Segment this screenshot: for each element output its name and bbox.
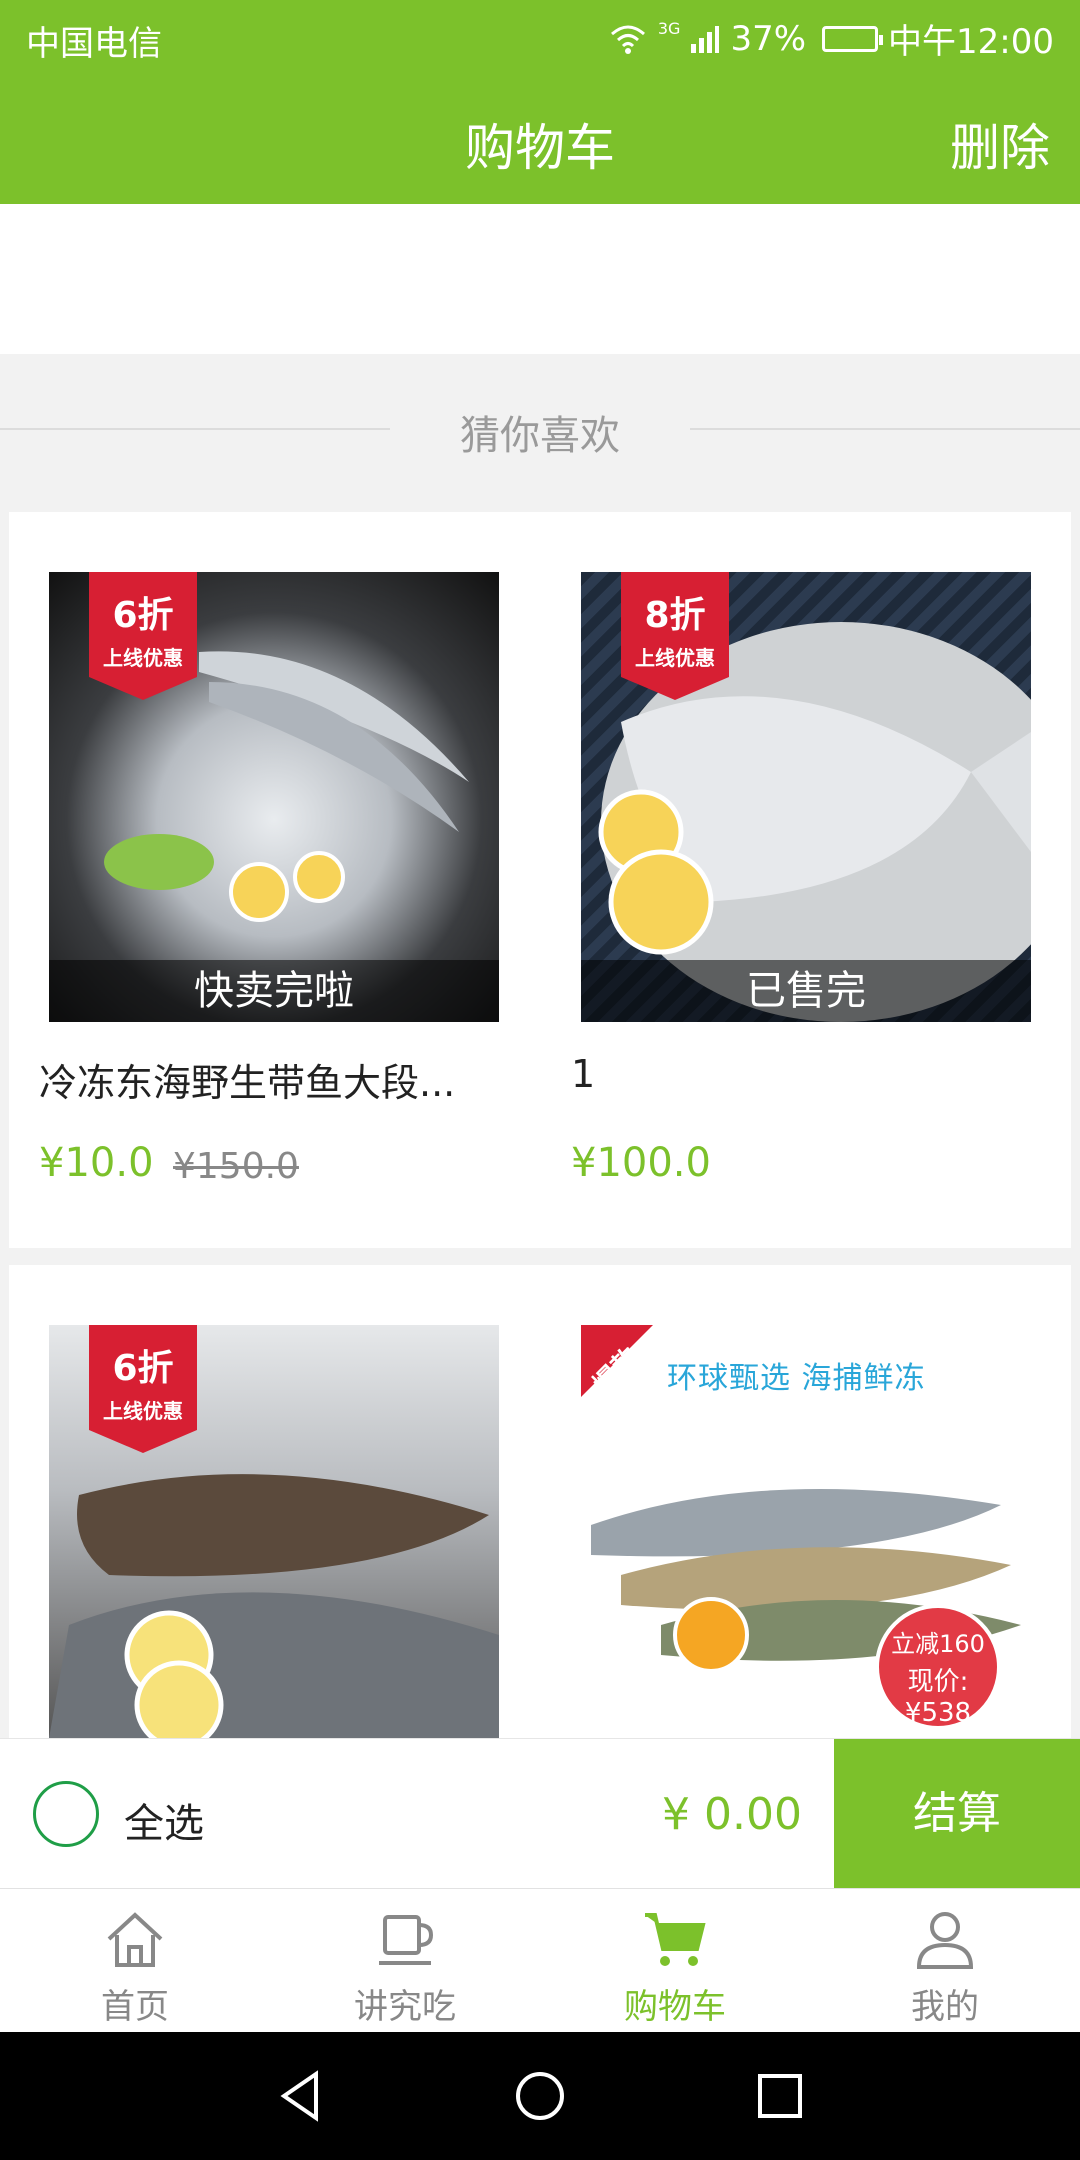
discount-rate: 6折 xyxy=(112,595,174,636)
signal-icon xyxy=(691,25,720,53)
original-price-text: 原价: ¥698 xyxy=(879,1728,997,1738)
discount-badge: 8折 上线优惠 xyxy=(621,572,729,700)
product-row: 6折 上线优惠 爆款 环球甄选 海捕鲜冻 立减160 现价: ¥538 原价: … xyxy=(9,1265,1071,1738)
product-name[interactable]: 1 xyxy=(571,1052,1041,1096)
select-all-label[interactable]: 全选 xyxy=(124,1791,204,1849)
product-name[interactable]: 冷冻东海野生带鱼大段... xyxy=(39,1052,509,1107)
cart-empty-area xyxy=(0,204,1080,354)
user-icon xyxy=(916,1912,974,1969)
product-image[interactable]: 爆款 环球甄选 海捕鲜冻 立减160 现价: ¥538 原价: ¥698 xyxy=(581,1325,1031,1738)
cup-icon xyxy=(379,1915,434,1965)
back-icon[interactable] xyxy=(272,2066,332,2126)
tab-label: 讲究吃 xyxy=(354,1987,456,2027)
tab-label: 我的 xyxy=(911,1987,979,2027)
battery-icon xyxy=(822,25,884,52)
status-bar: 中国电信 3G 37% 中午12:00 xyxy=(0,0,1080,72)
select-all-checkbox[interactable] xyxy=(33,1781,99,1847)
product-card[interactable]: 爆款 环球甄选 海捕鲜冻 立减160 现价: ¥538 原价: ¥698 xyxy=(581,1325,1031,1738)
recommend-title: 猜你喜欢 xyxy=(460,413,620,459)
page-title: 购物车 xyxy=(465,119,615,177)
discount-rate: 6折 xyxy=(112,1348,174,1389)
product-image[interactable]: 6折 上线优惠 快卖完啦 xyxy=(49,572,499,1022)
tab-cart[interactable]: 购物车 xyxy=(540,1889,810,2033)
total-price: ¥ 0.00 xyxy=(662,1789,802,1840)
home-icon xyxy=(107,1912,163,1967)
promo-text: 环球甄选 海捕鲜冻 xyxy=(667,1361,926,1396)
price-cut-badge: 立减160 现价: ¥538 原价: ¥698 xyxy=(875,1604,1001,1738)
product-image[interactable]: 8折 上线优惠 已售完 xyxy=(581,572,1031,1022)
discount-note: 上线优惠 xyxy=(103,646,183,670)
checkout-button[interactable]: 结算 xyxy=(834,1739,1080,1889)
tab-label: 首页 xyxy=(101,1987,169,2027)
tab-eat[interactable]: 讲究吃 xyxy=(270,1889,540,2033)
carrier-label: 中国电信 xyxy=(26,24,162,64)
current-price-text: 现价: ¥538 xyxy=(904,1667,972,1728)
discount-badge: 6折 上线优惠 xyxy=(89,1325,197,1453)
product-card[interactable]: 6折 上线优惠 xyxy=(49,1325,499,1738)
stock-overlay: 快卖完啦 xyxy=(49,960,499,1022)
stock-overlay: 已售完 xyxy=(581,960,1031,1022)
price-cut-text: 立减160 xyxy=(891,1630,985,1658)
clock: 中午12:00 xyxy=(888,22,1054,62)
discount-note: 上线优惠 xyxy=(103,1399,183,1423)
network-type: 3G xyxy=(657,19,681,38)
system-navigation-bar xyxy=(0,2032,1080,2160)
product-original-price: ¥150.0 xyxy=(173,1146,299,1187)
discount-note: 上线优惠 xyxy=(635,646,715,670)
delete-button[interactable]: 删除 xyxy=(950,108,1050,180)
recommend-heading: 猜你喜欢 xyxy=(0,395,1080,465)
product-image[interactable]: 6折 上线优惠 xyxy=(49,1325,499,1738)
wifi-icon xyxy=(610,25,645,54)
checkout-bar: 全选 ¥ 0.00 结算 xyxy=(0,1738,1080,1889)
discount-rate: 8折 xyxy=(644,595,706,636)
tab-profile[interactable]: 我的 xyxy=(810,1889,1080,2033)
product-price: ¥100.0 xyxy=(571,1140,711,1186)
bottom-tab-bar: 首页 讲究吃 购物车 我的 xyxy=(0,1888,1080,2032)
product-row: 6折 上线优惠 快卖完啦 冷冻东海野生带鱼大段... ¥10.0 ¥150.0 … xyxy=(9,512,1071,1248)
discount-badge: 6折 上线优惠 xyxy=(89,572,197,700)
recents-icon[interactable] xyxy=(750,2066,810,2126)
cart-icon xyxy=(645,1913,706,1966)
tab-home[interactable]: 首页 xyxy=(0,1889,270,2033)
product-price: ¥10.0 xyxy=(39,1140,154,1186)
home-nav-icon[interactable] xyxy=(510,2066,570,2126)
app-header: 中国电信 3G 37% 中午12:00 购物车 删除 xyxy=(0,0,1080,204)
tab-label: 购物车 xyxy=(624,1987,726,2027)
battery-percent: 37% xyxy=(730,18,807,59)
status-icons: 3G 37% 中午12:00 xyxy=(608,14,1054,63)
